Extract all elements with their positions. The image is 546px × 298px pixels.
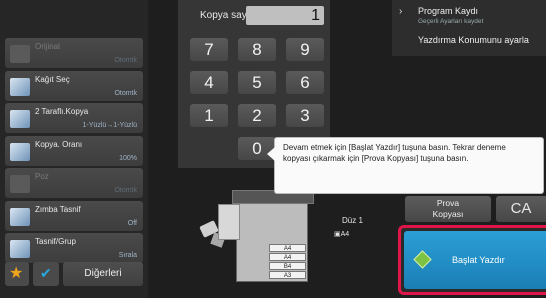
duplex-icon	[10, 110, 30, 128]
output-tray	[218, 204, 240, 240]
setting-value: Sırala	[118, 252, 137, 259]
exposure-icon	[10, 175, 30, 193]
keypad-key-6[interactable]: 6	[286, 71, 324, 94]
setting-value: 100%	[119, 154, 137, 162]
start-diamond-icon	[413, 250, 432, 269]
keypad-key-2[interactable]: 2	[238, 104, 276, 127]
start-print-button[interactable]: Başlat Yazdır	[404, 231, 546, 289]
program-title: Program Kaydı	[418, 6, 479, 16]
instruction-tooltip: Devam etmek için [Başlat Yazdır] tuşuna …	[274, 137, 544, 194]
check-button[interactable]: ✔	[33, 262, 59, 286]
tray-3: B4	[269, 262, 306, 270]
setting-value: Otomtk	[114, 187, 137, 194]
setting-label: Kağıt Seç	[35, 74, 70, 84]
tooltip-pointer	[267, 147, 275, 161]
setting-value: Off	[127, 219, 137, 227]
chevron-right-icon: ›	[399, 6, 403, 17]
setting-item[interactable]: Kopya. Oranı 100%	[5, 135, 143, 166]
copies-input[interactable]: 1	[246, 6, 324, 25]
ca-label: CA	[510, 200, 532, 217]
original-icon	[10, 45, 30, 63]
star-icon: ★	[9, 265, 24, 282]
staple-icon	[10, 207, 30, 226]
tray-1: A4	[269, 244, 306, 252]
start-print-label: Başlat Yazdır	[452, 255, 505, 265]
ca-button[interactable]: CA	[496, 196, 546, 222]
print-location-label: Yazdırma Konumunu ayarla	[418, 35, 529, 45]
tray-2: A4	[269, 253, 306, 261]
others-label: Diğerleri	[84, 268, 122, 279]
tray-4: A3	[269, 271, 306, 279]
program-register-item[interactable]: › Program Kaydı Geçerli Ayarları kaydet	[392, 0, 546, 28]
setting-label: 2 Taraflı.Kopya	[35, 107, 89, 116]
paper-size-label: ▣A4	[334, 230, 349, 238]
zoom-icon	[10, 142, 30, 161]
setting-item[interactable]: Orijinal Otomtk	[5, 38, 143, 68]
setting-label: Kopya. Oranı	[35, 139, 83, 149]
keypad-key-7[interactable]: 7	[190, 38, 228, 61]
setting-item[interactable]: Poz Otomtk	[5, 168, 143, 198]
setting-value: 1-Yüzlü→1-Yüzlü	[82, 122, 137, 129]
setting-item[interactable]: Tasnif/Grup Sırala	[5, 233, 143, 263]
duplex-label: Düz 1	[342, 216, 363, 225]
keypad-key-4[interactable]: 4	[190, 71, 228, 94]
keypad-key-3[interactable]: 3	[286, 104, 324, 127]
setting-label: Orijinal	[35, 42, 60, 51]
proof-copy-label: Prova Kopyası	[432, 198, 464, 219]
setting-item[interactable]: Zımba Tasnif Off	[5, 200, 143, 231]
checkmark-icon: ✔	[40, 265, 52, 281]
setting-item[interactable]: Kağıt Seç Otomtk	[5, 70, 143, 101]
paper-icon: ▣	[334, 231, 341, 238]
sort-icon	[10, 240, 30, 258]
keypad-key-8[interactable]: 8	[238, 38, 276, 61]
setting-item[interactable]: 2 Taraflı.Kopya 1-Yüzlü→1-Yüzlü	[5, 103, 143, 133]
setting-value: Otomtk	[114, 57, 137, 64]
paper-size-text: A4	[340, 231, 350, 238]
others-button[interactable]: Diğerleri	[63, 262, 143, 286]
tooltip-text: Devam etmek için [Başlat Yazdır] tuşuna …	[283, 143, 506, 163]
favorite-button[interactable]: ★	[5, 262, 29, 286]
keypad-key-9[interactable]: 9	[286, 38, 324, 61]
setting-label: Tasnif/Grup	[35, 237, 76, 246]
proof-copy-button[interactable]: Prova Kopyası	[405, 196, 491, 222]
program-subtitle: Geçerli Ayarları kaydet	[418, 18, 484, 25]
paper-icon	[10, 77, 30, 96]
print-location-item[interactable]: Yazdırma Konumunu ayarla	[392, 30, 546, 54]
keypad-key-5[interactable]: 5	[238, 71, 276, 94]
keypad-key-1[interactable]: 1	[190, 104, 228, 127]
setting-label: Poz	[35, 172, 49, 181]
copies-value: 1	[311, 7, 320, 24]
setting-label: Zımba Tasnif	[35, 204, 81, 214]
setting-value: Otomtk	[114, 89, 137, 97]
